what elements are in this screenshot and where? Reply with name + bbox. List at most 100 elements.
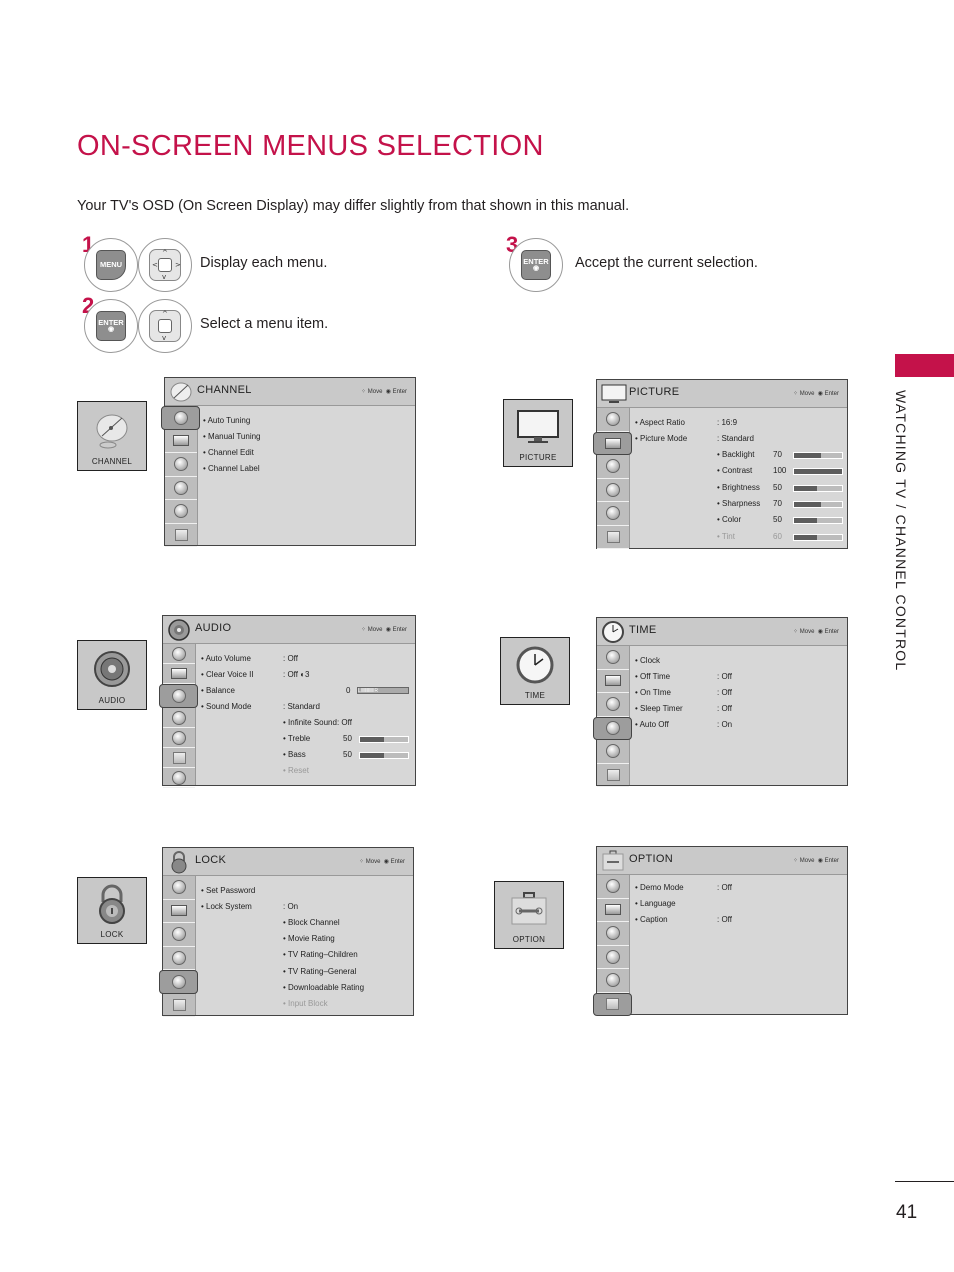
- sidebar-item-channel[interactable]: [161, 406, 200, 430]
- sidebar-item-lock[interactable]: [597, 969, 629, 993]
- setting-label[interactable]: • TV Rating–General: [283, 967, 356, 979]
- sidebar-item-time[interactable]: [593, 716, 632, 740]
- sidebar-item-time[interactable]: [163, 708, 195, 728]
- menu-item[interactable]: • Demo Mode: [635, 883, 684, 895]
- menu-key-circle: MENU: [84, 238, 138, 292]
- setting-label[interactable]: • Movie Rating: [283, 934, 335, 946]
- setting-label[interactable]: • Input Block: [283, 999, 328, 1011]
- sidebar-item-audio[interactable]: [165, 453, 197, 477]
- menu-item[interactable]: • Lock System: [201, 902, 252, 914]
- sidebar-item-option[interactable]: [593, 992, 632, 1016]
- clock-icon: [606, 482, 620, 497]
- level-bar-fill: [360, 753, 384, 758]
- sidebar-item-option[interactable]: [165, 524, 197, 547]
- sidebar-item-lock[interactable]: [159, 970, 198, 994]
- menu-item[interactable]: • Channel Edit: [203, 448, 254, 460]
- menu-item[interactable]: • Sound Mode: [201, 702, 251, 714]
- sidebar-item-lock[interactable]: [597, 740, 629, 764]
- speaker-icon: [606, 926, 620, 941]
- level-bar[interactable]: [793, 500, 843, 508]
- osd-title: CHANNEL: [197, 384, 252, 396]
- menu-item[interactable]: • Balance: [201, 686, 235, 698]
- sidebar-item-audio[interactable]: [597, 693, 629, 717]
- sidebar-item-option[interactable]: [597, 526, 629, 549]
- setting-label[interactable]: • Treble: [283, 734, 310, 746]
- level-bar[interactable]: [793, 484, 843, 492]
- sidebar-item-lock[interactable]: [165, 500, 197, 524]
- setting-label[interactable]: • Brightness: [717, 483, 760, 495]
- menu-item[interactable]: • Aspect Ratio: [635, 418, 685, 430]
- sidebar-item-time[interactable]: [165, 477, 197, 500]
- level-bar[interactable]: [793, 468, 843, 476]
- sidebar-item-audio[interactable]: [159, 684, 198, 708]
- level-bar[interactable]: [793, 517, 843, 525]
- sidebar-item-time[interactable]: [597, 946, 629, 969]
- enter-key-circle-3: ENTER ◉: [509, 238, 563, 292]
- level-bar[interactable]: [359, 736, 409, 743]
- enter-icon: ◉: [385, 389, 393, 395]
- balance-slider[interactable]: L IIIIIIIIIIIIII R: [357, 687, 409, 694]
- sidebar-item-channel[interactable]: [597, 875, 629, 899]
- toolbox-icon: [606, 530, 620, 543]
- menu-item[interactable]: • Auto Off: [635, 720, 669, 732]
- level-bar[interactable]: [793, 533, 843, 541]
- menu-item[interactable]: • Clear Voice II: [201, 670, 254, 682]
- toolbox-icon: [174, 528, 188, 541]
- sidebar-item-time[interactable]: [163, 947, 195, 970]
- sidebar-item-channel[interactable]: [163, 644, 195, 664]
- sidebar-item-channel[interactable]: [597, 408, 629, 432]
- menu-item[interactable]: • Picture Mode: [635, 434, 687, 446]
- level-bar[interactable]: [359, 752, 409, 759]
- menu-item[interactable]: • Caption: [635, 915, 668, 927]
- setting-label[interactable]: • TV Rating–Children: [283, 950, 358, 962]
- sidebar-item-picture[interactable]: [597, 899, 629, 922]
- setting-label[interactable]: • Block Channel: [283, 918, 340, 930]
- setting-label[interactable]: • Sharpness: [717, 499, 760, 511]
- sidebar-item-picture[interactable]: [165, 430, 197, 453]
- setting-label[interactable]: • Downloadable Rating: [283, 983, 364, 995]
- level-bar-fill: [360, 737, 384, 742]
- setting-label[interactable]: • Tint: [717, 532, 735, 544]
- sidebar-item-audio[interactable]: [597, 922, 629, 946]
- menu-item[interactable]: • On TIme: [635, 688, 671, 700]
- setting-label[interactable]: • Bass: [283, 750, 306, 762]
- sidebar-item-channel[interactable]: [597, 646, 629, 670]
- enter-key-icon: ENTER ◉: [521, 250, 551, 280]
- menu-item[interactable]: • Clock: [635, 656, 660, 668]
- osd-sidebar: [161, 406, 200, 547]
- sidebar-item-picture[interactable]: [597, 670, 629, 693]
- sidebar-item-option[interactable]: [163, 748, 195, 768]
- sidebar-item-picture[interactable]: [163, 664, 195, 684]
- menu-item[interactable]: • Language: [635, 899, 676, 911]
- sidebar-item-picture[interactable]: [163, 900, 195, 923]
- setting-label[interactable]: • Contrast: [717, 466, 752, 478]
- level-bar-fill: [794, 501, 821, 507]
- globe-icon: [172, 770, 186, 785]
- satellite-dish-icon: [172, 646, 186, 661]
- menu-item[interactable]: • Channel Label: [203, 464, 260, 476]
- menu-item[interactable]: • Manual Tuning: [203, 432, 261, 444]
- sidebar-item-audio[interactable]: [163, 923, 195, 947]
- sidebar-item-picture[interactable]: [593, 431, 632, 455]
- sidebar-item-channel[interactable]: [163, 876, 195, 900]
- menu-item[interactable]: • Sleep Timer: [635, 704, 683, 716]
- sidebar-item-time[interactable]: [597, 479, 629, 502]
- sidebar-item-lock[interactable]: [163, 728, 195, 748]
- setting-label[interactable]: • Infinite Sound: Off: [283, 718, 352, 730]
- menu-item[interactable]: • Auto Tuning: [203, 416, 250, 428]
- tv-icon: [605, 675, 621, 687]
- lock-icon: [174, 504, 188, 519]
- sidebar-item-option[interactable]: [597, 764, 629, 787]
- sidebar-item-audio[interactable]: [597, 455, 629, 479]
- level-bar[interactable]: [793, 452, 843, 459]
- level-bar-fill: [794, 453, 821, 458]
- setting-label[interactable]: • Reset: [283, 766, 309, 778]
- menu-item[interactable]: • Set Password: [201, 886, 255, 898]
- setting-label[interactable]: • Color: [717, 515, 741, 527]
- sidebar-item-support[interactable]: [163, 768, 195, 788]
- sidebar-item-option[interactable]: [163, 994, 195, 1017]
- setting-label[interactable]: • Backlight: [717, 450, 754, 462]
- sidebar-item-lock[interactable]: [597, 502, 629, 526]
- menu-item[interactable]: • Off Time: [635, 672, 670, 684]
- menu-item[interactable]: • Auto Volume: [201, 654, 251, 666]
